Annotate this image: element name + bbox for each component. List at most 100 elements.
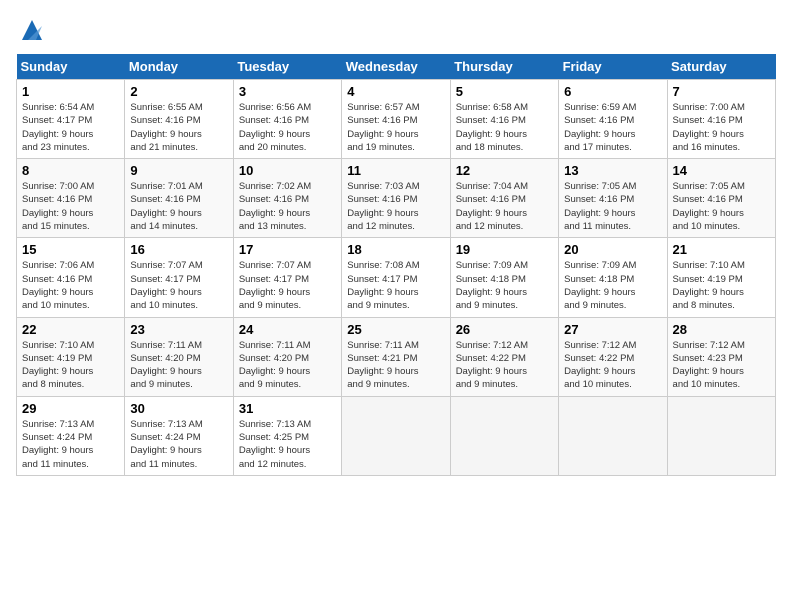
day-info: Sunrise: 7:04 AMSunset: 4:16 PMDaylight:…: [456, 180, 553, 233]
day-info: Sunrise: 7:11 AMSunset: 4:20 PMDaylight:…: [239, 339, 336, 392]
day-number: 12: [456, 163, 553, 178]
day-number: 31: [239, 401, 336, 416]
day-number: 4: [347, 84, 444, 99]
day-info: Sunrise: 7:12 AMSunset: 4:23 PMDaylight:…: [673, 339, 770, 392]
day-number: 29: [22, 401, 119, 416]
day-number: 11: [347, 163, 444, 178]
day-number: 3: [239, 84, 336, 99]
day-info: Sunrise: 7:13 AMSunset: 4:25 PMDaylight:…: [239, 418, 336, 471]
day-number: 16: [130, 242, 227, 257]
day-info: Sunrise: 7:08 AMSunset: 4:17 PMDaylight:…: [347, 259, 444, 312]
day-number: 30: [130, 401, 227, 416]
calendar-week-row: 15 Sunrise: 7:06 AMSunset: 4:16 PMDayligh…: [17, 238, 776, 317]
day-number: 8: [22, 163, 119, 178]
day-number: 10: [239, 163, 336, 178]
day-number: 1: [22, 84, 119, 99]
day-number: 14: [673, 163, 770, 178]
calendar-day-cell: 17Sunrise: 7:07 AMSunset: 4:17 PMDayligh…: [233, 238, 341, 317]
day-info: Sunrise: 7:13 AMSunset: 4:24 PMDaylight:…: [130, 418, 227, 471]
calendar-day-cell: [559, 396, 667, 475]
day-info: Sunrise: 6:59 AMSunset: 4:16 PMDaylight:…: [564, 101, 661, 154]
calendar-day-cell: 14Sunrise: 7:05 AMSunset: 4:16 PMDayligh…: [667, 159, 775, 238]
calendar-day-cell: 2Sunrise: 6:55 AMSunset: 4:16 PMDaylight…: [125, 80, 233, 159]
calendar-day-cell: 13 Sunrise: 7:05 AMSunset: 4:16 PMDayligh…: [559, 159, 667, 238]
calendar-day-cell: 1 Sunrise: 6:54 AMSunset: 4:17 PMDaylight…: [17, 80, 125, 159]
page-container: SundayMondayTuesdayWednesdayThursdayFrid…: [0, 0, 792, 484]
day-info: Sunrise: 7:12 AMSunset: 4:22 PMDaylight:…: [456, 339, 553, 392]
calendar-day-cell: [450, 396, 558, 475]
day-info: Sunrise: 6:54 AMSunset: 4:17 PMDaylight:…: [22, 101, 119, 154]
day-of-week-header: Saturday: [667, 54, 775, 80]
calendar-day-cell: 20 Sunrise: 7:09 AMSunset: 4:18 PMDayligh…: [559, 238, 667, 317]
day-info: Sunrise: 7:13 AMSunset: 4:24 PMDaylight:…: [22, 418, 119, 471]
calendar-day-cell: 6 Sunrise: 6:59 AMSunset: 4:16 PMDaylight…: [559, 80, 667, 159]
day-number: 26: [456, 322, 553, 337]
calendar-day-cell: 16 Sunrise: 7:07 AMSunset: 4:17 PMDayligh…: [125, 238, 233, 317]
calendar-day-cell: 21 Sunrise: 7:10 AMSunset: 4:19 PMDayligh…: [667, 238, 775, 317]
calendar-day-cell: [667, 396, 775, 475]
day-of-week-header: Thursday: [450, 54, 558, 80]
day-number: 19: [456, 242, 553, 257]
calendar-day-cell: 11 Sunrise: 7:03 AMSunset: 4:16 PMDayligh…: [342, 159, 450, 238]
day-number: 27: [564, 322, 661, 337]
day-info: Sunrise: 7:05 AMSunset: 4:16 PMDaylight:…: [564, 180, 661, 233]
day-info: Sunrise: 7:10 AMSunset: 4:19 PMDaylight:…: [22, 339, 119, 392]
day-number: 15: [22, 242, 119, 257]
day-number: 24: [239, 322, 336, 337]
day-info: Sunrise: 7:10 AMSunset: 4:19 PMDaylight:…: [673, 259, 770, 312]
day-number: 17: [239, 242, 336, 257]
day-number: 28: [673, 322, 770, 337]
logo: [16, 16, 46, 44]
day-number: 23: [130, 322, 227, 337]
day-info: Sunrise: 6:56 AMSunset: 4:16 PMDaylight:…: [239, 101, 336, 154]
day-number: 9: [130, 163, 227, 178]
day-info: Sunrise: 7:00 AMSunset: 4:16 PMDaylight:…: [22, 180, 119, 233]
day-info: Sunrise: 7:03 AMSunset: 4:16 PMDaylight:…: [347, 180, 444, 233]
calendar-day-cell: 5 Sunrise: 6:58 AMSunset: 4:16 PMDaylight…: [450, 80, 558, 159]
calendar-day-cell: 4Sunrise: 6:57 AMSunset: 4:16 PMDaylight…: [342, 80, 450, 159]
calendar-week-row: 8 Sunrise: 7:00 AMSunset: 4:16 PMDaylight…: [17, 159, 776, 238]
day-of-week-header: Sunday: [17, 54, 125, 80]
day-info: Sunrise: 7:01 AMSunset: 4:16 PMDaylight:…: [130, 180, 227, 233]
calendar-day-cell: 31 Sunrise: 7:13 AMSunset: 4:25 PMDayligh…: [233, 396, 341, 475]
calendar-day-cell: 18 Sunrise: 7:08 AMSunset: 4:17 PMDayligh…: [342, 238, 450, 317]
calendar-day-cell: 10 Sunrise: 7:02 AMSunset: 4:16 PMDayligh…: [233, 159, 341, 238]
page-header: [16, 16, 776, 44]
day-number: 22: [22, 322, 119, 337]
day-info: Sunrise: 7:07 AMSunset: 4:17 PMDaylight:…: [130, 259, 227, 312]
day-of-week-header: Friday: [559, 54, 667, 80]
day-number: 20: [564, 242, 661, 257]
day-info: Sunrise: 7:09 AMSunset: 4:18 PMDaylight:…: [456, 259, 553, 312]
day-number: 5: [456, 84, 553, 99]
calendar-week-row: 1 Sunrise: 6:54 AMSunset: 4:17 PMDaylight…: [17, 80, 776, 159]
logo-icon: [18, 16, 46, 44]
calendar-day-cell: 29 Sunrise: 7:13 AMSunset: 4:24 PMDayligh…: [17, 396, 125, 475]
calendar-day-cell: 8 Sunrise: 7:00 AMSunset: 4:16 PMDaylight…: [17, 159, 125, 238]
day-info: Sunrise: 7:11 AMSunset: 4:20 PMDaylight:…: [130, 339, 227, 392]
day-info: Sunrise: 6:58 AMSunset: 4:16 PMDaylight:…: [456, 101, 553, 154]
day-number: 7: [673, 84, 770, 99]
day-of-week-header: Monday: [125, 54, 233, 80]
calendar-day-cell: 15 Sunrise: 7:06 AMSunset: 4:16 PMDayligh…: [17, 238, 125, 317]
calendar-day-cell: 24 Sunrise: 7:11 AMSunset: 4:20 PMDayligh…: [233, 317, 341, 396]
calendar-day-cell: 12 Sunrise: 7:04 AMSunset: 4:16 PMDayligh…: [450, 159, 558, 238]
calendar-day-cell: 22 Sunrise: 7:10 AMSunset: 4:19 PMDayligh…: [17, 317, 125, 396]
day-number: 6: [564, 84, 661, 99]
calendar-day-cell: 23 Sunrise: 7:11 AMSunset: 4:20 PMDayligh…: [125, 317, 233, 396]
day-info: Sunrise: 7:09 AMSunset: 4:18 PMDaylight:…: [564, 259, 661, 312]
day-info: Sunrise: 7:00 AMSunset: 4:16 PMDaylight:…: [673, 101, 770, 154]
day-number: 2: [130, 84, 227, 99]
calendar-table: SundayMondayTuesdayWednesdayThursdayFrid…: [16, 54, 776, 476]
day-info: Sunrise: 7:06 AMSunset: 4:16 PMDaylight:…: [22, 259, 119, 312]
calendar-day-cell: 25Sunrise: 7:11 AMSunset: 4:21 PMDayligh…: [342, 317, 450, 396]
day-number: 13: [564, 163, 661, 178]
calendar-day-cell: [342, 396, 450, 475]
day-number: 21: [673, 242, 770, 257]
calendar-day-cell: 19 Sunrise: 7:09 AMSunset: 4:18 PMDayligh…: [450, 238, 558, 317]
day-of-week-header: Wednesday: [342, 54, 450, 80]
day-info: Sunrise: 7:11 AMSunset: 4:21 PMDaylight:…: [347, 339, 444, 392]
day-info: Sunrise: 7:02 AMSunset: 4:16 PMDaylight:…: [239, 180, 336, 233]
day-number: 18: [347, 242, 444, 257]
day-of-week-header: Tuesday: [233, 54, 341, 80]
day-header-row: SundayMondayTuesdayWednesdayThursdayFrid…: [17, 54, 776, 80]
